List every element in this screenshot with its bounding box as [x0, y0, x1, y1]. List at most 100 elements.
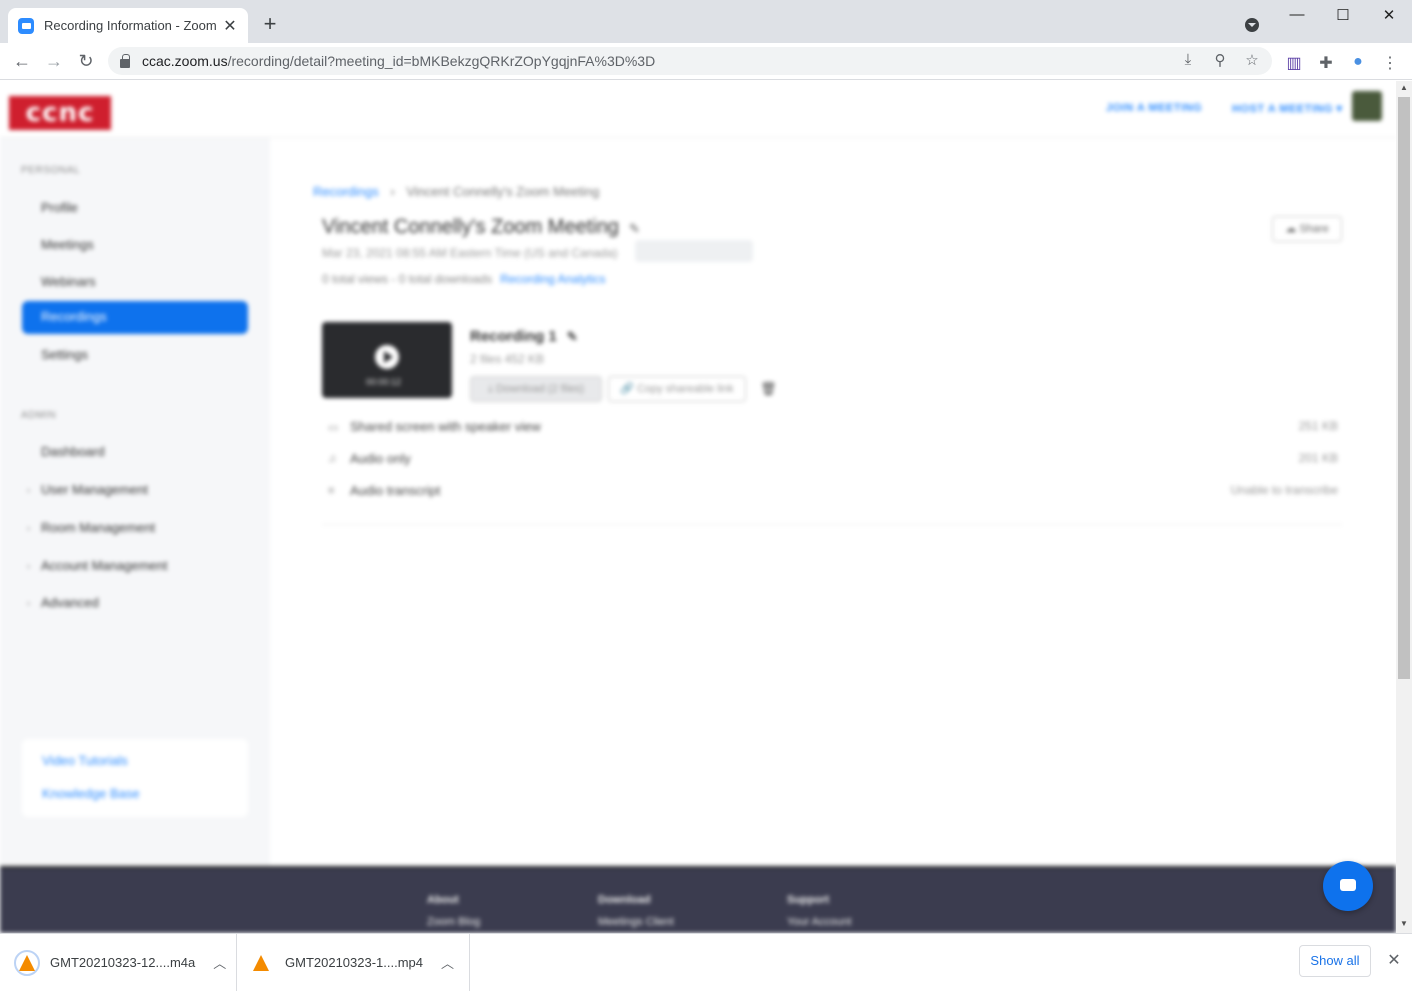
- list-item[interactable]: ▭ Shared screen with speaker view 251 KB: [322, 419, 1342, 449]
- help-box: Video Tutorials Knowledge Base: [22, 739, 248, 817]
- scroll-up-icon[interactable]: ▲: [1396, 83, 1412, 92]
- download-shelf: GMT20210323-12....m4a ︿ GMT20210323-1...…: [0, 933, 1412, 991]
- scroll-down-icon[interactable]: ▼: [1396, 919, 1412, 928]
- minimize-button[interactable]: —: [1282, 6, 1312, 23]
- passcode-pill: [635, 240, 753, 262]
- download-icon[interactable]: ⤓: [1178, 51, 1198, 68]
- footer-heading: Support: [787, 894, 830, 906]
- meeting-title: Vincent Connelly's Zoom Meeting: [322, 216, 619, 238]
- vlc-file-icon: [253, 954, 269, 971]
- close-window-button[interactable]: ✕: [1374, 6, 1404, 24]
- sidebar-item-advanced[interactable]: Advanced: [41, 595, 99, 610]
- share-button-label: Share: [1299, 223, 1329, 235]
- chevron-up-icon[interactable]: ︿: [213, 953, 226, 972]
- view-download-stats: 0 total views - 0 total downloads: [322, 272, 493, 286]
- video-tutorials-link[interactable]: Video Tutorials: [42, 753, 128, 768]
- sidebar-item-profile[interactable]: Profile: [41, 200, 78, 215]
- breadcrumb-separator: ›: [390, 184, 395, 199]
- ccac-logo[interactable]: ccnc: [9, 96, 111, 130]
- close-icon[interactable]: ✕: [1384, 950, 1404, 970]
- footer-link[interactable]: Meetings Client: [598, 916, 674, 928]
- audio-file-icon: ♫: [328, 453, 337, 465]
- copy-link-label: Copy shareable link: [637, 383, 734, 395]
- sidebar-item-webinars[interactable]: Webinars: [41, 274, 96, 289]
- footer-link[interactable]: Zoom Blog: [427, 916, 480, 928]
- sidebar: PERSONAL Profile Meetings Webinars Recor…: [0, 138, 270, 933]
- extension-icon[interactable]: ▥: [1284, 53, 1304, 73]
- footer-link[interactable]: Your Account: [787, 916, 851, 928]
- join-meeting-link[interactable]: JOIN A MEETING: [1106, 102, 1202, 114]
- sidebar-item-account-management[interactable]: Account Management: [41, 558, 167, 573]
- avatar[interactable]: [1352, 91, 1382, 121]
- site-footer: About Zoom Blog Download Meetings Client…: [0, 866, 1396, 933]
- reload-icon[interactable]: ↻: [74, 49, 98, 73]
- recording-title: Recording 1 ✎: [470, 328, 578, 345]
- sidebar-item-settings[interactable]: Settings: [41, 347, 88, 362]
- menu-kebab-icon[interactable]: ⋮: [1380, 53, 1400, 73]
- share-button[interactable]: ☁ Share: [1272, 216, 1342, 242]
- file-size: 201 KB: [1298, 451, 1338, 465]
- sidebar-heading-personal: PERSONAL: [21, 165, 81, 176]
- knowledge-base-link[interactable]: Knowledge Base: [42, 786, 140, 801]
- url-host: ccac.zoom.us: [142, 53, 228, 69]
- tab-search-icon[interactable]: [1245, 18, 1259, 32]
- recording-duration: 00:00:12: [366, 377, 402, 387]
- breadcrumb-current: Vincent Connelly's Zoom Meeting: [406, 184, 600, 199]
- video-file-icon: ▭: [328, 422, 339, 434]
- browser-toolbar: ← → ↻ ccac.zoom.us/recording/detail?meet…: [0, 43, 1412, 80]
- show-all-button[interactable]: Show all: [1299, 945, 1371, 977]
- meeting-date: Mar 23, 2021 08:55 AM Eastern Time (US a…: [322, 246, 618, 260]
- tab-title: Recording Information - Zoom: [44, 18, 217, 33]
- browser-tab-bar: Recording Information - Zoom ✕ + — ☐ ✕: [0, 0, 1412, 43]
- page-title: Vincent Connelly's Zoom Meeting ✎: [322, 216, 640, 239]
- pencil-icon[interactable]: ✎: [567, 329, 578, 345]
- recording-detail: Recordings › Vincent Connelly's Zoom Mee…: [270, 138, 1396, 866]
- back-arrow-icon[interactable]: ←: [10, 49, 34, 73]
- bookmark-star-icon[interactable]: ☆: [1242, 51, 1262, 69]
- scroll-thumb[interactable]: [1398, 97, 1410, 679]
- forward-arrow-icon[interactable]: →: [42, 49, 66, 73]
- pencil-icon[interactable]: ✎: [629, 221, 640, 237]
- trash-icon[interactable]: 🗑: [760, 381, 777, 397]
- footer-heading: Download: [598, 894, 651, 906]
- file-name: Audio only: [350, 451, 411, 466]
- chat-bubble-icon[interactable]: [1323, 861, 1373, 911]
- recording-analytics-link[interactable]: Recording Analytics: [500, 272, 605, 286]
- sidebar-item-user-management[interactable]: User Management: [41, 482, 148, 497]
- chevron-up-icon[interactable]: ︿: [441, 953, 454, 972]
- recording-thumbnail[interactable]: 00:00:12: [322, 322, 452, 398]
- breadcrumb: Recordings › Vincent Connelly's Zoom Mee…: [313, 184, 599, 199]
- copy-link-button[interactable]: 🔗 Copy shareable link: [608, 376, 746, 402]
- address-bar[interactable]: ccac.zoom.us/recording/detail?meeting_id…: [108, 47, 1272, 75]
- sidebar-item-meetings[interactable]: Meetings: [41, 237, 94, 252]
- puzzle-icon[interactable]: ✚: [1316, 53, 1336, 73]
- host-meeting-link[interactable]: HOST A MEETING ▾: [1232, 102, 1343, 115]
- download-file-name: GMT20210323-1....mp4: [285, 955, 424, 970]
- profile-icon[interactable]: ●: [1348, 53, 1368, 71]
- file-size: 251 KB: [1298, 419, 1338, 433]
- page-scrollbar[interactable]: ▲ ▼: [1396, 81, 1412, 933]
- divider: [322, 524, 1342, 525]
- chevron-right-icon: ›: [27, 598, 30, 608]
- browser-tab[interactable]: Recording Information - Zoom ✕: [8, 8, 248, 43]
- maximize-button[interactable]: ☐: [1328, 6, 1358, 24]
- sidebar-item-room-management[interactable]: Room Management: [41, 520, 155, 535]
- list-item[interactable]: ≡ Audio transcript Unable to transcribe: [322, 483, 1342, 513]
- site-header: ccnc JOIN A MEETING HOST A MEETING ▾: [0, 81, 1396, 138]
- sidebar-item-dashboard[interactable]: Dashboard: [41, 444, 105, 459]
- download-item[interactable]: GMT20210323-1....mp4 ︿: [237, 934, 470, 991]
- download-button[interactable]: ⤓ Download (2 files): [470, 376, 602, 402]
- url-path: /recording/detail?meeting_id=bMKBekzgQRK…: [227, 53, 656, 69]
- sidebar-item-recordings[interactable]: Recordings: [22, 301, 248, 334]
- recording-meta: 2 files 452 KB: [470, 352, 545, 366]
- play-icon[interactable]: [375, 345, 399, 369]
- zoom-icon[interactable]: ⚲: [1210, 51, 1230, 69]
- meeting-stats: 0 total views - 0 total downloads Recordi…: [322, 272, 605, 286]
- footer-col-support: Support Your Account: [787, 894, 851, 928]
- breadcrumb-recordings-link[interactable]: Recordings: [313, 184, 379, 199]
- tab-close-icon[interactable]: ✕: [222, 16, 238, 36]
- new-tab-button[interactable]: +: [258, 12, 282, 36]
- lock-icon: [120, 53, 130, 68]
- list-item[interactable]: ♫ Audio only 201 KB: [322, 451, 1342, 481]
- download-item[interactable]: GMT20210323-12....m4a ︿: [0, 934, 237, 991]
